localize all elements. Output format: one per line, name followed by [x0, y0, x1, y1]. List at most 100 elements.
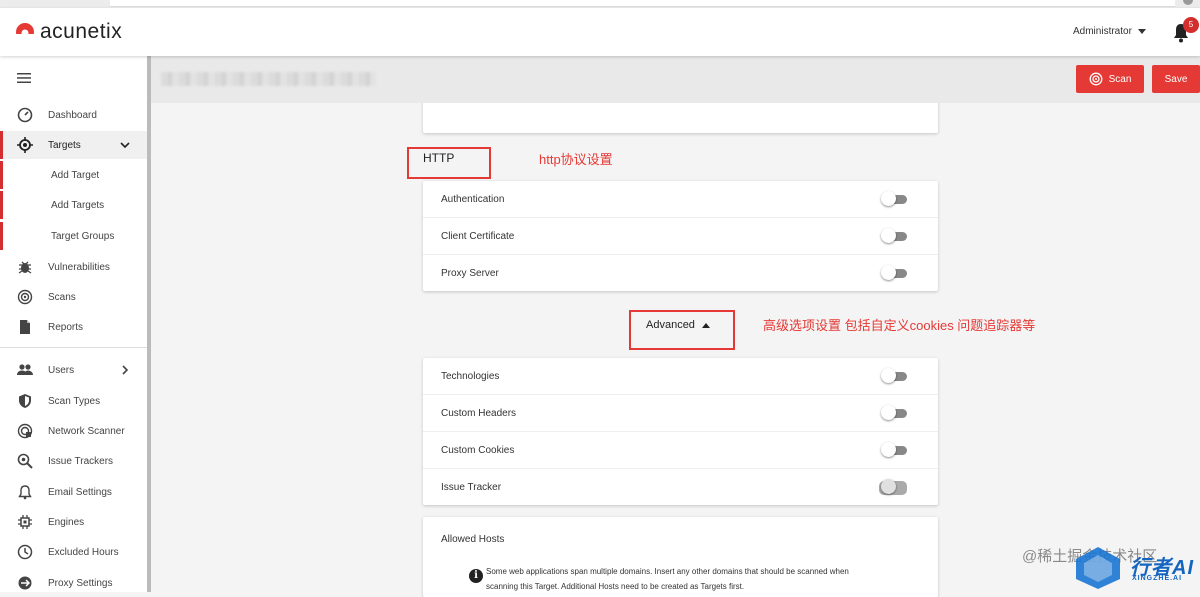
users-icon — [17, 364, 33, 375]
sidebar-item-email-settings[interactable]: Email Settings — [0, 478, 147, 506]
sidebar-item-label: Dashboard — [48, 109, 97, 121]
logo[interactable]: acunetix — [15, 20, 123, 43]
notification-badge: 5 — [1183, 17, 1199, 33]
scan-button[interactable]: Scan — [1076, 65, 1144, 93]
engine-chip-icon — [18, 515, 32, 529]
target-icon — [17, 137, 33, 153]
http-settings-card: Authentication Client Certificate Proxy … — [423, 181, 938, 291]
client-certificate-toggle[interactable] — [881, 228, 907, 243]
advanced-toggle-button[interactable]: Advanced — [646, 319, 710, 331]
sidebar-item-engines[interactable]: Engines — [0, 508, 147, 536]
issue-tracker-icon — [17, 453, 33, 469]
setting-label: Client Certificate — [441, 230, 515, 242]
sidebar-item-excluded-hours[interactable]: Excluded Hours — [0, 538, 147, 566]
watermark-brand-sub: XINGZHE.AI — [1132, 575, 1183, 582]
setting-label: Technologies — [441, 370, 500, 382]
sidebar-item-scan-types[interactable]: Scan Types — [0, 387, 147, 415]
setting-row-custom-cookies: Custom Cookies — [423, 432, 938, 469]
sidebar-item-target-groups[interactable]: Target Groups — [0, 222, 147, 250]
page-toolbar: Scan Save — [151, 56, 1200, 103]
advanced-label: Advanced — [646, 319, 695, 331]
browser-top-strip — [0, 0, 1200, 8]
scan-button-label: Scan — [1108, 73, 1132, 85]
user-menu[interactable]: Administrator — [1073, 26, 1146, 37]
clock-icon — [17, 544, 33, 560]
sidebar-item-dashboard[interactable]: Dashboard — [0, 101, 147, 129]
sidebar-item-add-targets[interactable]: Add Targets — [0, 191, 147, 219]
sidebar-item-scans[interactable]: Scans — [0, 283, 147, 311]
sidebar-item-label: Scan Types — [48, 395, 101, 407]
custom-cookies-toggle[interactable] — [881, 442, 907, 457]
sidebar-item-add-target[interactable]: Add Target — [0, 161, 147, 189]
sidebar-item-label: Target Groups — [51, 230, 115, 242]
sidebar-divider — [0, 347, 147, 348]
network-scanner-icon — [17, 423, 33, 439]
sidebar-scrollbar[interactable] — [147, 56, 151, 592]
sidebar-item-label: Targets — [48, 139, 81, 151]
http-section-title: HTTP — [423, 151, 455, 165]
bug-icon — [18, 261, 32, 274]
setting-row-client-certificate: Client Certificate — [423, 218, 938, 255]
sidebar-item-network-scanner[interactable]: Network Scanner — [0, 417, 147, 445]
issue-tracker-toggle[interactable] — [879, 479, 907, 495]
sidebar-item-vulnerabilities[interactable]: Vulnerabilities — [0, 253, 147, 281]
setting-label: Issue Tracker — [441, 481, 502, 493]
sidebar-item-label: Add Target — [51, 169, 100, 181]
sidebar-item-label: Vulnerabilities — [48, 261, 110, 273]
setting-row-proxy-server: Proxy Server — [423, 255, 938, 291]
setting-label: Proxy Server — [441, 267, 499, 279]
browser-account-icon[interactable] — [1183, 0, 1193, 5]
sidebar-item-label: Network Scanner — [48, 425, 125, 437]
setting-label: Custom Headers — [441, 407, 517, 419]
app-header: acunetix Administrator 5 — [0, 8, 1200, 56]
sidebar-item-label: Email Settings — [48, 486, 112, 498]
authentication-toggle[interactable] — [881, 191, 907, 206]
chevron-right-icon[interactable] — [120, 365, 130, 375]
sidebar-item-label: Users — [48, 364, 75, 376]
breadcrumb — [161, 72, 376, 86]
sidebar-item-reports[interactable]: Reports — [0, 313, 147, 341]
allowed-hosts-card: Allowed Hosts i Some web applications sp… — [423, 517, 938, 597]
proxy-icon — [18, 576, 32, 590]
sidebar-item-proxy-settings[interactable]: Proxy Settings — [0, 569, 147, 597]
sidebar-item-label: Add Targets — [51, 199, 105, 211]
user-name: Administrator — [1073, 26, 1132, 37]
scan-radar-icon — [17, 289, 33, 305]
technologies-toggle[interactable] — [881, 368, 907, 383]
menu-hamburger-icon[interactable] — [17, 73, 31, 83]
bell-icon — [18, 485, 32, 500]
setting-row-authentication: Authentication — [423, 181, 938, 218]
advanced-settings-card: Technologies Custom Headers Custom Cooki… — [423, 358, 938, 505]
setting-row-technologies: Technologies — [423, 358, 938, 395]
sidebar: Dashboard Targets Add Target Add Targets… — [0, 56, 147, 592]
allowed-hosts-info: Some web applications span multiple doma… — [486, 567, 849, 591]
shield-icon — [19, 394, 31, 408]
save-button[interactable]: Save — [1152, 65, 1200, 93]
sidebar-item-users[interactable]: Users — [0, 356, 147, 384]
sidebar-item-label: Proxy Settings — [48, 577, 113, 589]
caret-up-icon — [701, 322, 710, 328]
sidebar-item-targets[interactable]: Targets — [0, 131, 147, 159]
sidebar-item-label: Reports — [48, 321, 84, 333]
allowed-hosts-title: Allowed Hosts — [441, 534, 505, 545]
sidebar-item-label: Issue Trackers — [48, 455, 114, 467]
dashboard-gauge-icon — [17, 107, 33, 123]
scan-radar-icon — [1089, 72, 1103, 86]
custom-headers-toggle[interactable] — [881, 405, 907, 420]
proxy-server-toggle[interactable] — [881, 265, 907, 280]
acunetix-logo-icon — [15, 23, 35, 42]
sidebar-item-label: Scans — [48, 291, 76, 303]
address-bar[interactable] — [110, 0, 1175, 7]
chevron-down-icon[interactable] — [120, 140, 130, 150]
caret-down-icon — [1137, 29, 1146, 34]
setting-label: Authentication — [441, 193, 505, 205]
annotation-advanced: 高级选项设置 包括自定义cookies 问题追踪器等 — [763, 318, 1036, 333]
brand-name: acunetix — [40, 20, 123, 43]
sidebar-item-label: Engines — [48, 516, 85, 528]
report-document-icon — [20, 320, 30, 334]
sidebar-item-issue-trackers[interactable]: Issue Trackers — [0, 447, 147, 475]
previous-settings-card — [423, 98, 938, 133]
info-icon: i — [469, 569, 483, 583]
setting-label: Custom Cookies — [441, 444, 515, 456]
setting-row-custom-headers: Custom Headers — [423, 395, 938, 432]
